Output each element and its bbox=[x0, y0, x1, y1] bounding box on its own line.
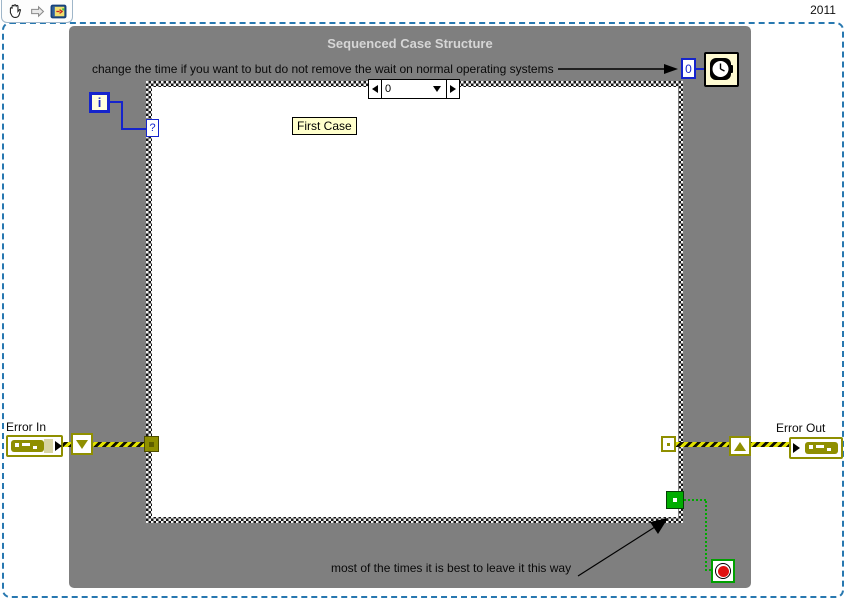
input-arrow-icon bbox=[793, 443, 800, 453]
bottom-comment-arrow bbox=[577, 518, 668, 577]
top-comment-label[interactable]: change the time if you want to but do no… bbox=[92, 62, 554, 76]
left-arrow-icon bbox=[372, 85, 378, 93]
snippet-output-tunnel[interactable] bbox=[729, 436, 751, 456]
case-selector-text: 0 bbox=[385, 83, 392, 95]
vi-snippet-icon[interactable] bbox=[50, 3, 67, 20]
previous-case-button[interactable] bbox=[369, 80, 381, 98]
down-triangle-icon bbox=[76, 439, 88, 449]
snippet-toolbar bbox=[1, 0, 73, 23]
error-out-label[interactable]: Error Out bbox=[776, 421, 825, 435]
boolean-wire-v[interactable] bbox=[705, 499, 707, 571]
top-comment-arrow bbox=[558, 64, 678, 74]
labview-snippet-screenshot: 2011 Sequenced Case Structure change the bbox=[0, 0, 847, 601]
step-arrow-icon[interactable] bbox=[29, 3, 46, 20]
case-structure-diagram bbox=[152, 87, 678, 517]
output-arrow-icon bbox=[55, 441, 62, 451]
boolean-wire-h1[interactable] bbox=[684, 499, 707, 501]
dropdown-arrow-icon[interactable] bbox=[433, 86, 441, 92]
snippet-title: Sequenced Case Structure bbox=[327, 36, 493, 51]
error-out-indicator-terminal[interactable] bbox=[789, 437, 843, 459]
labview-version-label: 2011 bbox=[804, 2, 842, 18]
bottom-comment-label[interactable]: most of the times it is best to leave it… bbox=[331, 561, 571, 575]
snippet-input-tunnel[interactable] bbox=[71, 433, 93, 455]
iteration-terminal[interactable]: i bbox=[89, 92, 110, 113]
right-arrow-icon bbox=[450, 85, 456, 93]
iteration-wire-v[interactable] bbox=[121, 101, 123, 130]
error-cluster-glyph bbox=[805, 442, 838, 454]
iteration-wire-h2[interactable] bbox=[121, 128, 147, 130]
pan-hand-icon[interactable] bbox=[7, 3, 24, 20]
case-selector: 0 bbox=[368, 79, 460, 99]
case-boolean-tunnel[interactable] bbox=[666, 491, 684, 509]
wait-ms-constant[interactable]: 0 bbox=[681, 58, 696, 79]
next-case-button[interactable] bbox=[447, 80, 459, 98]
case-selector-terminal[interactable]: ? bbox=[146, 119, 159, 137]
first-case-label[interactable]: First Case bbox=[292, 117, 357, 135]
case-selector-value[interactable]: 0 bbox=[381, 80, 447, 98]
terminal-cell bbox=[44, 439, 53, 453]
error-cluster-glyph bbox=[11, 440, 44, 452]
up-triangle-icon bbox=[734, 441, 746, 451]
case-right-tunnel[interactable] bbox=[661, 436, 676, 452]
stop-button-terminal-icon[interactable] bbox=[711, 559, 735, 583]
error-in-label[interactable]: Error In bbox=[6, 420, 46, 434]
case-left-tunnel[interactable] bbox=[144, 436, 159, 452]
error-in-control-terminal[interactable] bbox=[6, 435, 63, 457]
wait-ms-watch-icon[interactable] bbox=[704, 52, 739, 87]
